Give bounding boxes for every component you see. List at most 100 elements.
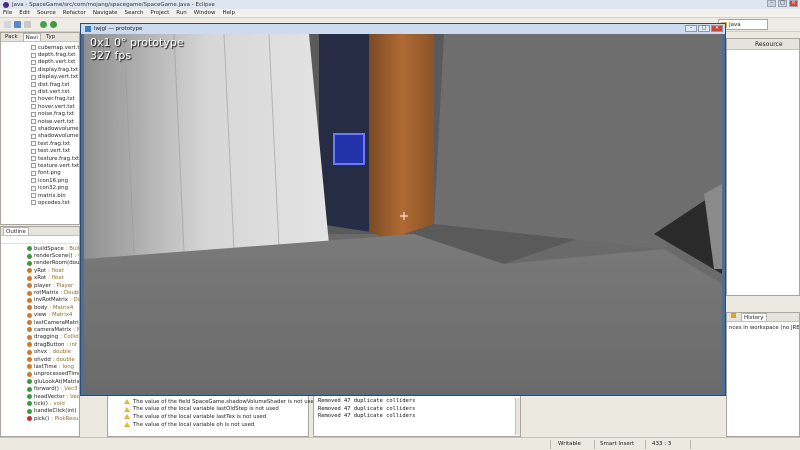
save-icon[interactable] [14, 21, 21, 28]
file-tree-item[interactable]: icon16.png [31, 177, 79, 184]
outline-item[interactable]: view: Matrix4 [27, 312, 79, 319]
file-tree-item[interactable]: display.frag.txt [31, 66, 79, 73]
file-tree: cubemap.vert.txtdepth.frag.txtdepth.vert… [1, 42, 79, 207]
outline-item[interactable]: pick(): PickResult [27, 415, 79, 422]
outline-item[interactable]: lastCameraMatrix: M [27, 319, 79, 326]
problem-row[interactable]: The value of the field SpaceGame.shadowV… [108, 398, 317, 406]
menu-edit[interactable]: Edit [19, 10, 30, 16]
close-button[interactable]: × [789, 0, 798, 7]
file-icon [31, 156, 36, 162]
problems-list: The value of the field SpaceGame.shadowV… [108, 396, 317, 429]
file-tree-item[interactable]: matrix.bin [31, 192, 79, 199]
outline-item[interactable]: renderScene(): void [27, 252, 79, 259]
member-icon [27, 275, 32, 281]
menu-file[interactable]: File [3, 10, 12, 16]
outline-item[interactable]: handleClick(int): void [27, 408, 79, 415]
outline-item[interactable]: xRot: float [27, 275, 79, 282]
menu-help[interactable]: Help [222, 10, 235, 16]
menu-refactor[interactable]: Refactor [63, 10, 86, 16]
file-tree-item[interactable]: dist.vert.txt [31, 88, 79, 95]
menu-project[interactable]: Project [150, 10, 169, 16]
problem-row[interactable]: The value of the local variable oh is no… [108, 421, 308, 429]
outline-toolbar [1, 236, 79, 244]
file-tree-item[interactable]: shadowvolume [31, 133, 79, 140]
file-icon [31, 111, 36, 117]
file-icon [31, 200, 36, 206]
outline-member-type: : Player [52, 282, 74, 289]
menu-run[interactable]: Run [176, 10, 187, 16]
console-scrollbar[interactable] [515, 398, 520, 435]
debug-icon[interactable] [40, 21, 47, 28]
outline-item[interactable]: headVector: Vec3 [27, 393, 79, 400]
outline-item[interactable]: unprocessedTime: [27, 371, 79, 378]
tab-search[interactable] [729, 313, 738, 321]
outline-item[interactable]: buildSpace: BuildS [27, 245, 79, 252]
outline-item[interactable]: renderRoom(double [27, 260, 79, 267]
outline-item[interactable]: ohvx: double [27, 348, 79, 355]
file-tree-item[interactable]: dist.frag.txt [31, 81, 79, 88]
tab-outline[interactable]: Outline [3, 227, 29, 235]
outline-item[interactable]: rotMatrix: Double [27, 289, 79, 296]
problem-row[interactable]: The value of the local variable lastTex … [108, 413, 308, 421]
perspective-label: Java [729, 21, 741, 28]
file-tree-item[interactable]: test.vert.txt [31, 147, 79, 154]
file-name: depth.vert.txt [38, 59, 76, 66]
maximize-button[interactable]: □ [778, 0, 787, 7]
file-tree-item[interactable]: display.vert.txt [31, 74, 79, 81]
menu-window[interactable]: Window [194, 10, 216, 16]
file-tree-item[interactable]: texture.frag.txt [31, 155, 79, 162]
outline-item[interactable]: gluLookAt(Matrix4, [27, 378, 79, 385]
run-icon[interactable] [50, 21, 57, 28]
outline-member-type: : Dou [70, 297, 79, 304]
file-tree-item[interactable]: font.png [31, 170, 79, 177]
tab-package-explorer[interactable]: Pack [3, 33, 20, 41]
tab-history[interactable]: History [741, 313, 767, 321]
file-tree-item[interactable]: texture.vert.txt [31, 162, 79, 169]
member-icon [27, 416, 32, 422]
tab-type-hierarchy[interactable]: Typ [44, 33, 57, 41]
member-icon [27, 334, 32, 340]
outline-item[interactable]: forward(): Vec3 [27, 385, 79, 392]
menu-search[interactable]: Search [125, 10, 144, 16]
outline-member-type: : void [49, 400, 65, 407]
file-tree-item[interactable]: noise.frag.txt [31, 111, 79, 118]
file-tree-item[interactable]: opcodes.txt [31, 199, 79, 206]
file-tree-item[interactable]: depth.frag.txt [31, 51, 79, 58]
outline-item[interactable]: ohvdd: double [27, 356, 79, 363]
outline-item[interactable]: lastTime: long [27, 363, 79, 370]
game-maximize-button[interactable]: □ [698, 25, 710, 32]
package-explorer-tabs: Pack Navi Typ [1, 33, 79, 42]
outline-member-name: buildSpace [34, 245, 64, 252]
file-name: display.vert.txt [38, 74, 79, 81]
outline-item[interactable]: player: Player [27, 282, 79, 289]
print-icon[interactable] [24, 21, 31, 28]
resource-column-header[interactable]: Resource [727, 39, 799, 50]
minimize-button[interactable]: – [767, 0, 776, 7]
file-tree-item[interactable]: icon32.png [31, 184, 79, 191]
file-icon [31, 148, 36, 154]
outline-item[interactable]: yRot: float [27, 267, 79, 274]
file-icon [31, 67, 36, 73]
game-close-button[interactable]: × [711, 25, 723, 32]
file-tree-item[interactable]: hover.vert.txt [31, 103, 79, 110]
file-tree-item[interactable]: depth.vert.txt [31, 59, 79, 66]
outline-item[interactable]: dragButton: int [27, 341, 79, 348]
outline-item[interactable]: dragging: Collidab [27, 334, 79, 341]
game-minimize-button[interactable]: – [685, 25, 697, 32]
file-tree-item[interactable]: noise.vert.txt [31, 118, 79, 125]
outline-item[interactable]: body: Matrix4 [27, 304, 79, 311]
menu-navigate[interactable]: Navigate [93, 10, 118, 16]
file-tree-item[interactable]: hover.frag.txt [31, 96, 79, 103]
new-icon[interactable] [4, 21, 11, 28]
menu-source[interactable]: Source [37, 10, 56, 16]
game-viewport[interactable]: 0x1 0° prototype 327 fps [84, 34, 722, 393]
status-insert-mode: Smart Insert [600, 441, 635, 447]
file-tree-item[interactable]: shadowvolume [31, 125, 79, 132]
outline-item[interactable]: tick(): void [27, 400, 79, 407]
tab-navigator[interactable]: Navi [22, 33, 41, 41]
problem-row[interactable]: The value of the local variable lastOldS… [108, 406, 308, 414]
file-tree-item[interactable]: cubemap.vert.txt [31, 44, 79, 51]
file-tree-item[interactable]: test.frag.txt [31, 140, 79, 147]
outline-item[interactable]: cameraMatrix: Matr [27, 326, 79, 333]
outline-item[interactable]: invRotMatrix: Dou [27, 297, 79, 304]
